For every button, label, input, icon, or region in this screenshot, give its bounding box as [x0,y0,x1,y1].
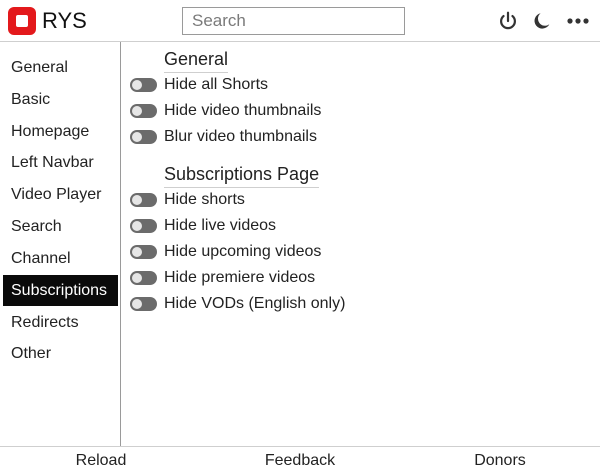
more-icon[interactable] [566,9,590,33]
toggle-switch[interactable] [130,271,157,285]
feedback-button[interactable]: Feedback [250,449,350,473]
toggle-switch[interactable] [130,193,157,207]
toggle-switch[interactable] [130,130,157,144]
section-title-general: General [164,48,229,73]
toggle-switch[interactable] [130,104,157,118]
toggle-switch[interactable] [130,78,157,92]
search-input[interactable] [182,7,405,35]
donors-button[interactable]: Donors [458,449,542,473]
sidebar: General Basic Homepage Left Navbar Video… [0,42,121,446]
sidebar-item-general[interactable]: General [3,52,118,83]
option-hide-video-thumbnails[interactable]: Hide video thumbnails [130,99,321,123]
sidebar-item-homepage[interactable]: Homepage [3,116,118,147]
sidebar-item-left-navbar[interactable]: Left Navbar [3,147,118,178]
option-hide-upcoming-videos[interactable]: Hide upcoming videos [130,240,321,264]
option-label: Hide live videos [164,217,277,234]
sidebar-item-redirects[interactable]: Redirects [3,307,118,338]
option-label: Hide premiere videos [164,269,316,286]
toggle-switch[interactable] [130,297,157,311]
option-hide-all-shorts[interactable]: Hide all Shorts [130,73,268,97]
sidebar-item-basic[interactable]: Basic [3,84,118,115]
footer-bar: Reload Feedback Donors [0,446,600,473]
option-hide-shorts[interactable]: Hide shorts [130,188,245,212]
header-bar: RYS [0,0,600,42]
option-hide-premiere-videos[interactable]: Hide premiere videos [130,266,315,290]
toggle-switch[interactable] [130,245,157,259]
option-hide-vods[interactable]: Hide VODs (English only) [130,292,345,316]
option-label: Hide VODs (English only) [164,295,346,312]
option-label: Hide all Shorts [164,76,269,93]
option-label: Hide shorts [164,191,245,208]
option-label: Blur video thumbnails [164,128,317,145]
settings-panel: General Hide all Shorts Hide video thumb… [122,42,600,446]
option-label: Hide video thumbnails [164,102,322,119]
option-label: Hide upcoming videos [164,243,322,260]
sidebar-item-channel[interactable]: Channel [3,243,118,274]
sidebar-item-other[interactable]: Other [3,338,118,369]
sidebar-item-subscriptions[interactable]: Subscriptions [3,275,118,306]
app-title: RYS [42,8,87,33]
sidebar-item-video-player[interactable]: Video Player [3,179,118,210]
moon-icon[interactable] [530,9,554,33]
toggle-switch[interactable] [130,219,157,233]
reload-button[interactable]: Reload [60,449,142,473]
section-title-subscriptions-page: Subscriptions Page [164,163,320,188]
option-blur-video-thumbnails[interactable]: Blur video thumbnails [130,125,317,149]
logo-icon [8,7,36,35]
sidebar-item-search[interactable]: Search [3,211,118,242]
power-icon[interactable] [496,9,520,33]
option-hide-live-videos[interactable]: Hide live videos [130,214,276,238]
